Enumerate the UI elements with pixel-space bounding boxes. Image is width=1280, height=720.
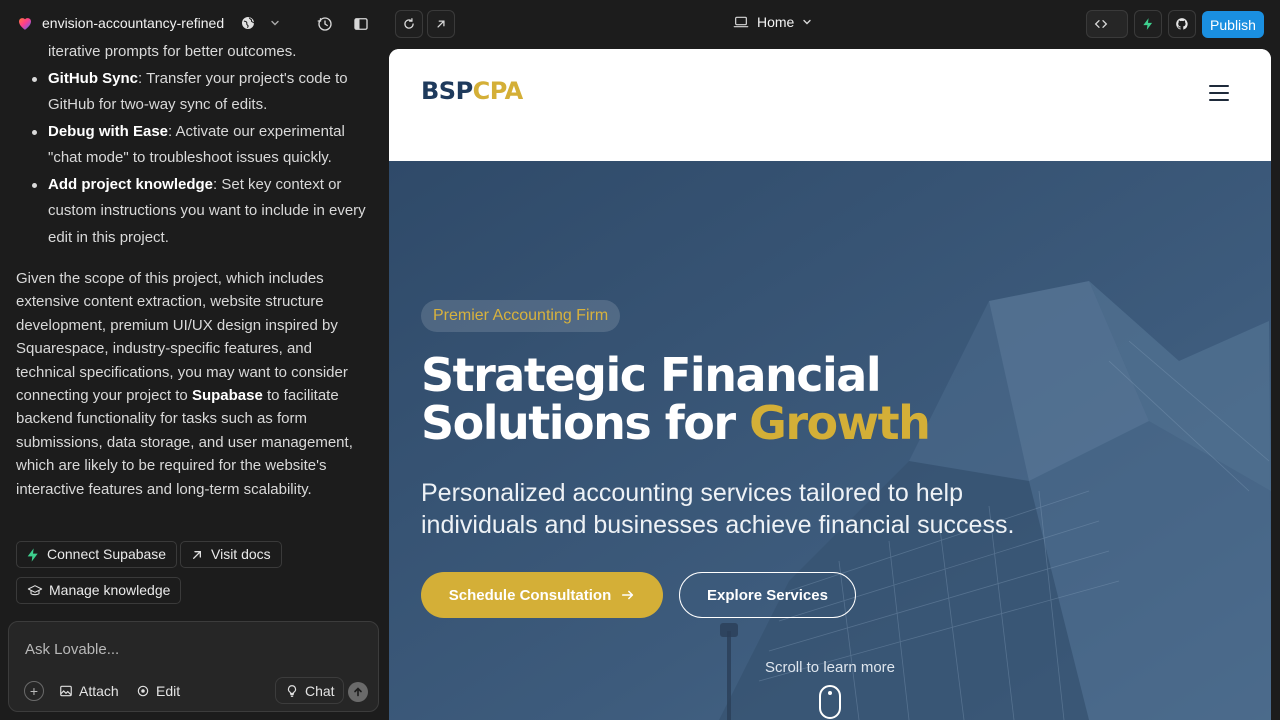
menu-icon[interactable]: [1209, 85, 1229, 101]
graduation-cap-icon: [27, 584, 43, 595]
chat-composer: + Attach Edit Chat: [8, 621, 379, 712]
attach-button[interactable]: Attach: [59, 681, 119, 701]
project-name: envision-accountancy-refined: [42, 15, 225, 31]
route-label: Home: [757, 14, 795, 30]
hero-subheadline: Personalized accounting services tailore…: [421, 479, 1015, 539]
app-window: envision-accountancy-refined Home Publis…: [0, 0, 1280, 720]
scroll-hint: Scroll to learn more: [764, 659, 896, 676]
chat-input[interactable]: [25, 638, 355, 660]
arrow-up-right-icon: [437, 20, 445, 28]
arrow-right-icon: [622, 590, 634, 600]
code-icon: [1094, 19, 1108, 28]
scroll-mouse-icon[interactable]: [819, 685, 841, 719]
feature-list: iterative prompts for better outcomes. G…: [30, 39, 375, 251]
supabase-suggestion-text: Given the scope of this project, which i…: [16, 270, 353, 498]
schedule-consultation-button[interactable]: Schedule Consultation: [421, 572, 663, 618]
sidebar-toggle-icon[interactable]: [352, 15, 370, 33]
route-selector[interactable]: Home: [733, 14, 812, 30]
lightbulb-icon: [287, 684, 297, 697]
add-button[interactable]: +: [24, 681, 44, 701]
explore-services-button[interactable]: Explore Services: [679, 572, 856, 618]
list-item: Debug with Ease: Activate our experiment…: [30, 119, 375, 172]
arrow-up-right-icon: [193, 550, 201, 559]
lovable-heart-icon: [19, 18, 31, 30]
edit-button[interactable]: Edit: [136, 681, 180, 701]
project-switcher[interactable]: envision-accountancy-refined: [16, 14, 280, 32]
history-icon[interactable]: [316, 15, 334, 33]
supabase-bolt-icon: [27, 547, 38, 562]
hero-badge: Premier Accounting Firm: [421, 300, 621, 332]
manage-knowledge-button[interactable]: Manage knowledge: [16, 577, 182, 604]
connect-supabase-button[interactable]: Connect Supabase: [16, 541, 178, 568]
refresh-icon: [404, 18, 414, 29]
chevron-down-icon: [271, 20, 279, 26]
visit-docs-button[interactable]: Visit docs: [180, 541, 282, 568]
list-item: Add project knowledge: Set key context o…: [30, 172, 375, 252]
target-icon: [137, 685, 149, 697]
hero-headline: Strategic Financial Solutions for Growth: [421, 348, 931, 450]
list-item: GitHub Sync: Transfer your project's cod…: [30, 66, 375, 119]
code-view-toggle[interactable]: [1086, 10, 1128, 38]
list-item: iterative prompts for better outcomes.: [48, 43, 297, 60]
globe-icon: [242, 17, 255, 29]
supabase-bolt-icon: [1143, 18, 1153, 30]
image-icon: [60, 685, 72, 697]
site-preview: BSPCPA Premier Accounting Firm Strategic…: [389, 49, 1271, 720]
github-icon: [1176, 18, 1188, 30]
send-button[interactable]: [348, 682, 368, 702]
github-button[interactable]: [1168, 10, 1196, 38]
site-header: BSPCPA: [389, 49, 1271, 161]
chevron-down-icon: [803, 19, 812, 25]
publish-button[interactable]: Publish: [1202, 11, 1264, 38]
chat-mode-button[interactable]: Chat: [275, 677, 344, 704]
site-logo[interactable]: BSPCPA: [421, 77, 523, 105]
open-in-new-tab-button[interactable]: [427, 10, 455, 38]
arrow-up-icon: [354, 687, 362, 697]
hero-section: Premier Accounting Firm Strategic Financ…: [389, 161, 1271, 720]
laptop-icon: [733, 16, 749, 28]
supabase-button[interactable]: [1134, 10, 1162, 38]
chat-panel: iterative prompts for better outcomes. G…: [0, 43, 388, 720]
refresh-button[interactable]: [395, 10, 423, 38]
